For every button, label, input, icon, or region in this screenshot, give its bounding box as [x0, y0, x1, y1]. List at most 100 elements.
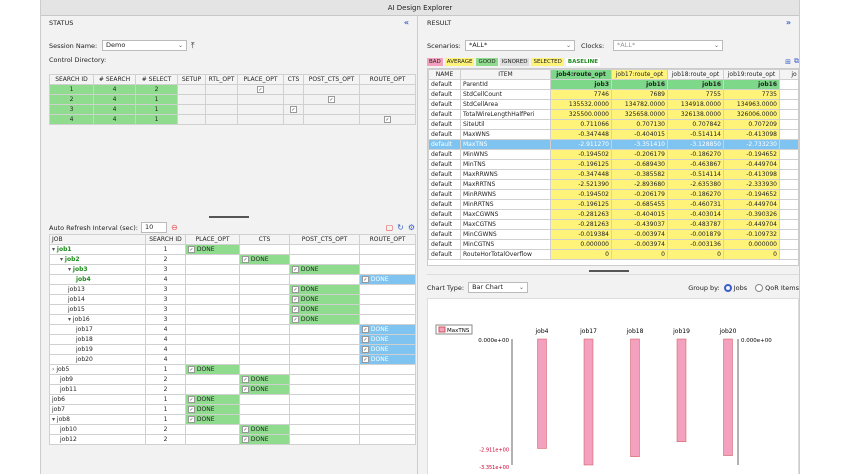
column-header[interactable]: ROUTE_OPT	[359, 234, 416, 245]
checkbox[interactable]: ✓	[292, 316, 299, 323]
refresh-icon[interactable]: ↻	[397, 223, 404, 232]
job-row[interactable]: job18 4 ✓ DONE	[49, 334, 416, 345]
job-row[interactable]: job20 4 ✓ DONE	[49, 354, 416, 365]
checkbox[interactable]: ✓	[242, 426, 249, 433]
stop-icon[interactable]: ▢	[386, 223, 394, 232]
checkbox[interactable]: ✓	[362, 326, 369, 333]
column-header[interactable]: job17:route_opt	[611, 69, 668, 80]
job-row[interactable]: job15 3 ✓ DONE	[49, 304, 416, 315]
result-row[interactable]: default MaxRRTNS -2.521390 -2.893680 -2.6353…	[428, 179, 798, 190]
job-row[interactable]: ▾ job1 1 ✓ DONE	[49, 244, 416, 255]
column-header[interactable]: PLACE_OPT	[185, 234, 240, 245]
checkbox[interactable]: ✓	[188, 396, 195, 403]
column-header[interactable]: CTS	[239, 234, 290, 245]
result-row[interactable]: default StdCellArea 135532.0000 134782.0000…	[428, 99, 798, 110]
result-row[interactable]: default MinWNS -0.194502 -0.206179 -0.186270…	[428, 149, 798, 160]
clocks-select[interactable]: *ALL* ⌄	[613, 40, 723, 51]
column-header[interactable]: CTS	[283, 74, 304, 85]
checkbox[interactable]: ✓	[362, 276, 369, 283]
column-header[interactable]: job19:route_opt	[723, 69, 780, 80]
column-header[interactable]: ROUTE_OPT	[359, 74, 416, 85]
result-row[interactable]: default TotalWireLengthHalfPeri 325500.000…	[428, 109, 798, 120]
checkbox[interactable]: ✓	[188, 366, 195, 373]
collapse-right-icon[interactable]: »	[786, 16, 791, 30]
checkbox[interactable]: ✓	[242, 376, 249, 383]
job-row[interactable]: job4 4 ✓ DONE	[49, 274, 416, 285]
result-row[interactable]: default MaxCGWNS -0.281263 -0.404015 -0.4030…	[428, 209, 798, 220]
result-row[interactable]: default MinTNS -0.196125 -0.689430 -0.463867…	[428, 159, 798, 170]
checkbox[interactable]: ✓	[362, 336, 369, 343]
settings-icon[interactable]: ⚙	[408, 223, 415, 232]
result-row[interactable]: default MinCGTNS 0.000000 -0.003974 -0.00313…	[428, 239, 798, 250]
job-row[interactable]: job17 4 ✓ DONE	[49, 324, 416, 335]
session-select[interactable]: Demo ⌄	[102, 40, 187, 51]
job-row[interactable]: ▾ job16 3 ✓ DONE	[49, 314, 416, 325]
checkbox[interactable]: ✓	[292, 296, 299, 303]
job-row[interactable]: job10 2 ✓ DONE	[49, 424, 416, 435]
checkbox[interactable]: ✓	[290, 106, 297, 113]
open-external-icon[interactable]: ⧉	[794, 57, 799, 66]
table-row[interactable]: 2 4 1 ✓	[49, 94, 416, 105]
group-qor-radio[interactable]	[755, 283, 764, 292]
auto-refresh-input[interactable]: 10	[140, 222, 167, 233]
job-row[interactable]: job13 3 ✓ DONE	[49, 284, 416, 295]
result-row[interactable]: default MinRRWNS -0.194502 -0.206179 -0.1862…	[428, 189, 798, 200]
job-row[interactable]: job12 2 ✓ DONE	[49, 434, 416, 445]
scenarios-select[interactable]: *ALL* ⌄	[465, 40, 575, 51]
checkbox[interactable]: ✓	[362, 356, 369, 363]
result-row[interactable]: default MaxWNS -0.347448 -0.404015 -0.514114…	[428, 129, 798, 140]
column-header[interactable]: ITEM	[460, 69, 551, 80]
column-header[interactable]: jo	[779, 69, 798, 80]
result-row[interactable]: default MaxRRWNS -0.347448 -0.385582 -0.5141…	[428, 169, 798, 180]
job-row[interactable]: job7 1 ✓ DONE	[49, 404, 416, 415]
job-row[interactable]: ▾ job2 2 ✓ DONE	[49, 254, 416, 265]
result-row[interactable]: default MinCGWNS -0.019384 -0.003974 -0.0018…	[428, 229, 798, 240]
checkbox[interactable]: ✓	[292, 286, 299, 293]
upload-icon[interactable]: ⤒	[191, 41, 195, 51]
group-jobs-radio[interactable]	[723, 283, 732, 292]
column-header[interactable]: SEARCH ID	[49, 74, 94, 85]
table-row[interactable]: 1 4 2 ✓	[49, 84, 416, 95]
checkbox[interactable]: ✓	[362, 346, 369, 353]
chart-type-select[interactable]: Bar Chart ⌄	[468, 282, 529, 293]
job-row[interactable]: job19 4 ✓ DONE	[49, 344, 416, 355]
checkbox[interactable]: ✓	[384, 116, 391, 123]
splitter-handle[interactable]	[209, 216, 249, 218]
splitter-handle[interactable]	[589, 270, 629, 272]
checkbox[interactable]: ✓	[188, 406, 195, 413]
result-row[interactable]: default RouteHorTotalOverflow 0 0 0 0	[428, 249, 798, 260]
checkbox[interactable]: ✓	[188, 246, 195, 253]
job-row[interactable]: ▾ job3 3 ✓ DONE	[49, 264, 416, 275]
job-row[interactable]: job11 2 ✓ DONE	[49, 384, 416, 395]
bar[interactable]	[723, 338, 733, 456]
column-header[interactable]: PLACE_OPT	[237, 74, 284, 85]
export-icon[interactable]: ⊞	[785, 58, 791, 66]
column-header[interactable]: # SELECT	[135, 74, 178, 85]
checkbox[interactable]: ✓	[242, 256, 249, 263]
result-row[interactable]: default MaxTNS -2.911270 -3.351410 -3.128850…	[428, 139, 798, 150]
table-row[interactable]: 4 4 1 ✓	[49, 114, 416, 125]
checkbox[interactable]: ✓	[292, 266, 299, 273]
column-header[interactable]: POST_CTS_OPT	[289, 234, 360, 245]
job-row[interactable]: job9 2 ✓ DONE	[49, 374, 416, 385]
checkbox[interactable]: ✓	[242, 436, 249, 443]
column-header[interactable]: RTL_OPT	[205, 74, 238, 85]
result-row[interactable]: default MinRRTNS -0.196125 -0.685455 -0.4607…	[428, 199, 798, 210]
result-row[interactable]: default StdCellCount 7746 7689 7755 7735	[428, 89, 798, 100]
job-row[interactable]: ▾ job8 1 ✓ DONE	[49, 414, 416, 425]
bar[interactable]	[537, 338, 547, 449]
bar[interactable]	[676, 338, 687, 443]
job-row[interactable]: › job5 1 ✓ DONE	[49, 364, 416, 375]
column-header[interactable]: SEARCH ID	[145, 234, 186, 245]
column-header[interactable]: NAME	[428, 69, 461, 80]
bar[interactable]	[630, 338, 640, 457]
checkbox[interactable]: ✓	[257, 86, 264, 93]
checkbox[interactable]: ✓	[242, 386, 249, 393]
bar[interactable]	[583, 338, 594, 466]
column-header[interactable]: POST_CTS_OPT	[303, 74, 360, 85]
result-row[interactable]: default ParentId job3 job16 job16 job16	[428, 79, 798, 90]
checkbox[interactable]: ✓	[328, 96, 335, 103]
column-header[interactable]: # SEARCH	[93, 74, 136, 85]
checkbox[interactable]: ✓	[188, 416, 195, 423]
collapse-left-icon[interactable]: «	[404, 16, 409, 30]
